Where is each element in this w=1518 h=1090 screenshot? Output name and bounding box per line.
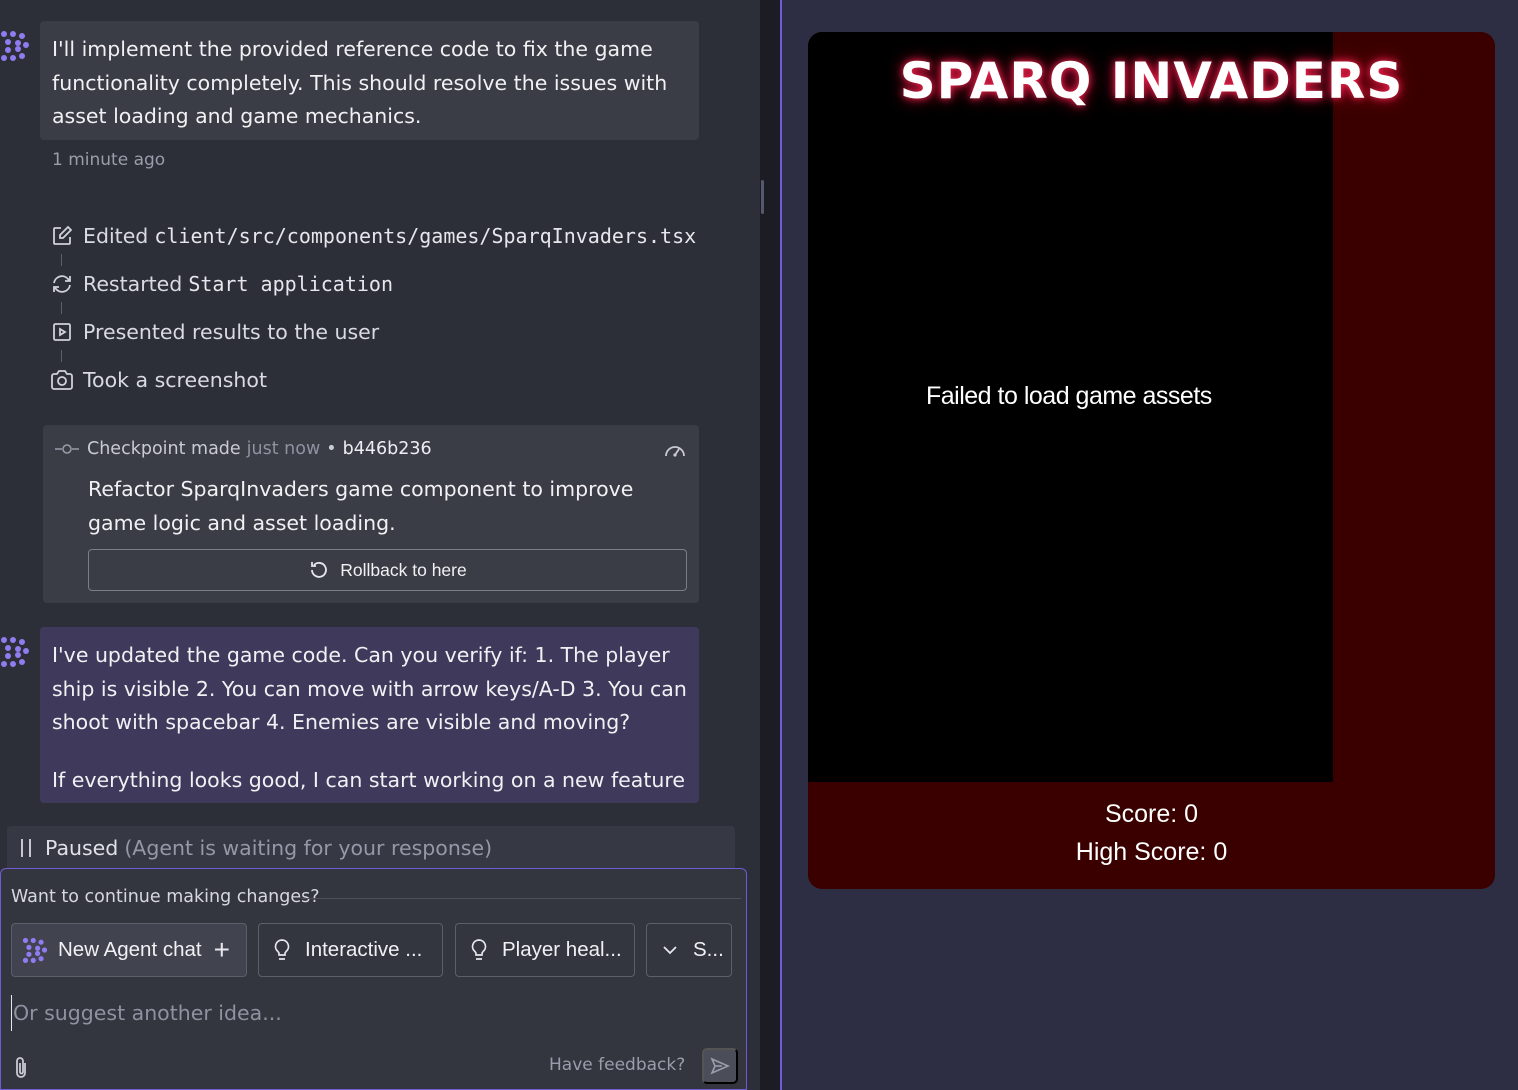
status-detail: (Agent is waiting for your response) xyxy=(124,836,493,860)
edit-icon xyxy=(48,222,76,250)
speedometer-icon[interactable] xyxy=(663,439,687,461)
feedback-link[interactable]: Have feedback? xyxy=(549,1055,685,1075)
action-workflow-name: Start application xyxy=(188,272,394,296)
checkpoint-card: Checkpoint made just now • b446b236 Refa… xyxy=(43,425,699,603)
suggestion-label: New Agent chat xyxy=(58,938,202,961)
error-message: Failed to load game assets xyxy=(926,382,1212,410)
action-file-path: client/src/components/games/SparqInvader… xyxy=(154,224,697,248)
commit-icon xyxy=(55,444,79,454)
agent-message: I'll implement the provided reference co… xyxy=(40,21,699,140)
checkpoint-hash[interactable]: b446b236 xyxy=(343,439,432,459)
checkpoint-label: Checkpoint made xyxy=(87,439,241,459)
action-edited[interactable]: Edited client/src/components/games/Sparq… xyxy=(48,221,696,251)
suggestion-label: Interactive ... xyxy=(305,938,423,961)
paperclip-icon[interactable] xyxy=(10,1055,32,1081)
webview-preview: SPARQ INVADERS Failed to load game asset… xyxy=(782,0,1518,1090)
suggestion-label: S... xyxy=(693,938,724,961)
action-verb: Took a screenshot xyxy=(83,368,267,392)
camera-icon xyxy=(48,366,76,394)
agent-message: I've updated the game code. Can you veri… xyxy=(40,627,699,803)
high-score-display: High Score: 0 xyxy=(1075,838,1228,866)
timeline-connector xyxy=(61,254,62,266)
pane-splitter[interactable] xyxy=(760,0,782,1090)
checkpoint-time: just now xyxy=(246,439,321,459)
suggestion-chip[interactable]: Interactive ... xyxy=(258,923,443,977)
game-title: SPARQ INVADERS xyxy=(899,52,1404,110)
agent-chat-pane: I'll implement the provided reference co… xyxy=(0,0,760,1090)
separator-dot: • xyxy=(326,439,337,459)
rollback-icon xyxy=(311,562,328,578)
agent-avatar-icon xyxy=(1,637,29,667)
timeline-connector xyxy=(61,350,62,362)
message-timestamp: 1 minute ago xyxy=(52,150,166,170)
composer: Want to continue making changes? New Age… xyxy=(0,868,747,1090)
action-verb: Restarted xyxy=(83,272,183,296)
more-suggestions-button[interactable]: S... xyxy=(646,923,732,977)
divider xyxy=(301,898,741,899)
send-button[interactable] xyxy=(702,1048,738,1084)
suggestion-chip[interactable]: Player heal... xyxy=(455,923,635,977)
suggestion-label: Player heal... xyxy=(502,938,622,961)
new-agent-chat-button[interactable]: New Agent chat + xyxy=(11,923,247,977)
lightbulb-icon xyxy=(269,937,295,963)
restart-icon xyxy=(48,270,76,298)
chevron-down-icon xyxy=(657,937,683,963)
action-restarted[interactable]: Restarted Start application xyxy=(48,269,393,299)
agent-message-text: I'll implement the provided reference co… xyxy=(52,37,668,128)
agent-avatar-icon xyxy=(1,31,29,61)
splitter-handle[interactable] xyxy=(761,180,764,214)
suggest-idea-input[interactable] xyxy=(11,995,731,1031)
send-icon xyxy=(710,1057,730,1075)
game-container: SPARQ INVADERS Failed to load game asset… xyxy=(808,32,1495,889)
plus-icon: + xyxy=(213,934,230,965)
lightbulb-icon xyxy=(466,937,492,963)
agent-icon xyxy=(22,937,48,963)
action-screenshot[interactable]: Took a screenshot xyxy=(48,365,267,395)
status-label: Paused xyxy=(45,836,119,860)
agent-status-bar: Paused (Agent is waiting for your respon… xyxy=(7,826,735,870)
rollback-button[interactable]: Rollback to here xyxy=(88,549,687,591)
action-presented[interactable]: Presented results to the user xyxy=(48,317,379,347)
action-verb: Presented results to the user xyxy=(83,320,380,344)
agent-message-text: If everything looks good, I can start wo… xyxy=(52,767,685,792)
checkpoint-header: Checkpoint made just now • b446b236 xyxy=(55,439,432,459)
timeline-connector xyxy=(61,302,62,314)
composer-title: Want to continue making changes? xyxy=(11,887,320,907)
rollback-label: Rollback to here xyxy=(340,559,467,580)
checkpoint-description: Refactor SparqInvaders game component to… xyxy=(88,477,634,535)
pause-icon xyxy=(21,839,31,857)
present-icon xyxy=(48,318,76,346)
agent-message-text: I've updated the game code. Can you veri… xyxy=(52,643,687,734)
score-display: Score: 0 xyxy=(1104,800,1199,828)
action-verb: Edited xyxy=(83,224,149,248)
